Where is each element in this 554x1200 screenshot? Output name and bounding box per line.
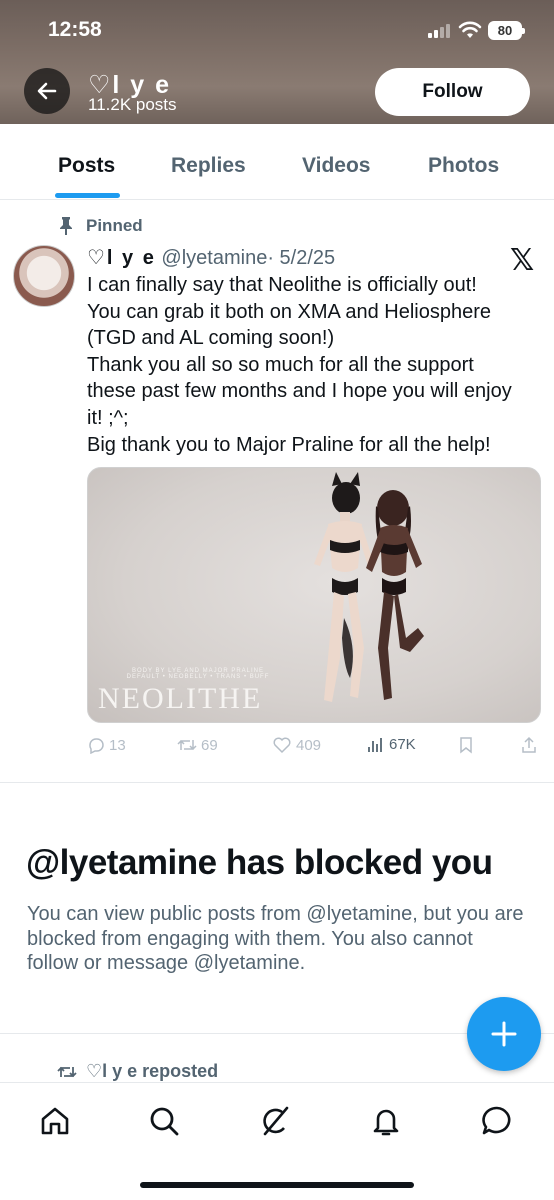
like-button[interactable]: 409: [272, 736, 321, 754]
post-text: I can finally say that Neolithe is offic…: [87, 272, 547, 458]
repost-notice: ♡l y e reposted: [56, 1061, 218, 1082]
post-actions: 13 69 409 67K: [87, 736, 547, 760]
media-subtitle-line: DEFAULT • NEOBELLY • TRANS • BUFF: [126, 674, 270, 680]
wifi-icon: [458, 21, 482, 38]
post-text-line: Thank you all so so much for all the sup…: [87, 353, 474, 376]
back-button[interactable]: [24, 68, 70, 114]
battery-icon: 80: [488, 21, 525, 40]
blocked-description: You can view public posts from @lyetamin…: [27, 903, 524, 974]
post-media-image[interactable]: BODY BY LYE AND MAJOR PRALINE DEFAULT • …: [87, 467, 541, 723]
status-time: 12:58: [48, 18, 102, 41]
like-count: 409: [296, 736, 322, 754]
post-text-line: (TGD and AL coming soon!): [87, 327, 335, 350]
repost-count: 69: [201, 736, 218, 754]
media-title: NEOLITHE: [98, 682, 263, 715]
post-date: · 5/2/25: [267, 247, 336, 269]
post-count: 11.2K posts: [88, 95, 177, 114]
pin-icon: [60, 217, 72, 235]
arrow-left-icon: [37, 82, 57, 100]
post-text-line: it! ;^;: [87, 406, 129, 429]
post-text-line: Big thank you to Major Praline for all t…: [87, 433, 491, 456]
post-text-line: You can grab it both on XMA and Heliosph…: [87, 300, 491, 323]
views-button[interactable]: 67K: [367, 736, 416, 753]
bookmark-icon: [460, 737, 472, 754]
repost-button[interactable]: 69: [177, 736, 218, 754]
post-text-line: these past few months and I hope you wil…: [87, 380, 512, 403]
follow-button[interactable]: Follow: [375, 68, 530, 116]
tab-photos[interactable]: Photos: [428, 154, 499, 178]
nav-home[interactable]: [35, 1101, 75, 1141]
battery-level: 80: [497, 23, 513, 38]
views-count: 67K: [389, 736, 416, 753]
reply-button[interactable]: 13: [87, 736, 126, 754]
media-subtitle: BODY BY LYE AND MAJOR PRALINE DEFAULT • …: [118, 668, 278, 680]
home-indicator: [140, 1182, 414, 1188]
post-text-line: I can finally say that Neolithe is offic…: [87, 274, 477, 296]
pinned-indicator: Pinned: [58, 216, 143, 236]
post-author-name[interactable]: ♡l y e: [87, 247, 156, 269]
status-bar: 12:58 80: [0, 0, 554, 60]
share-icon: [522, 736, 536, 753]
share-button[interactable]: [520, 736, 538, 754]
plus-icon: [491, 1021, 517, 1047]
home-icon: [41, 1107, 69, 1135]
blocked-title: @lyetamine has blocked you: [26, 843, 493, 882]
tab-posts[interactable]: Posts: [58, 154, 115, 178]
repost-notice-label: ♡l y e reposted: [86, 1061, 219, 1081]
active-tab-indicator: [55, 193, 120, 198]
reply-icon: [89, 738, 104, 754]
compose-button[interactable]: [467, 997, 541, 1071]
grok-icon: [263, 1106, 289, 1136]
reply-count: 13: [109, 736, 126, 754]
pinned-label: Pinned: [86, 216, 143, 235]
bell-icon: [373, 1109, 399, 1136]
heart-icon: [273, 737, 291, 754]
bookmark-button[interactable]: [458, 736, 474, 754]
nav-messages[interactable]: [477, 1101, 517, 1141]
views-icon: [368, 737, 382, 752]
nav-grok[interactable]: [255, 1101, 295, 1141]
repost-icon: [57, 1066, 77, 1077]
search-icon: [150, 1107, 179, 1136]
post-handle[interactable]: @lyetamine: [161, 247, 267, 269]
nav-search[interactable]: [144, 1101, 184, 1141]
post-header: ♡l y e @lyetamine· 5/2/25: [87, 245, 335, 270]
section-divider: [0, 782, 554, 783]
repost-icon: [177, 739, 197, 751]
avatar[interactable]: [13, 245, 75, 307]
nav-notifications[interactable]: [366, 1101, 406, 1141]
profile-tabs: Posts Replies Videos Photos: [0, 124, 554, 200]
tab-videos[interactable]: Videos: [302, 154, 370, 178]
messages-icon: [482, 1106, 511, 1135]
cellular-signal-icon: [428, 22, 452, 38]
tab-replies[interactable]: Replies: [171, 154, 246, 178]
